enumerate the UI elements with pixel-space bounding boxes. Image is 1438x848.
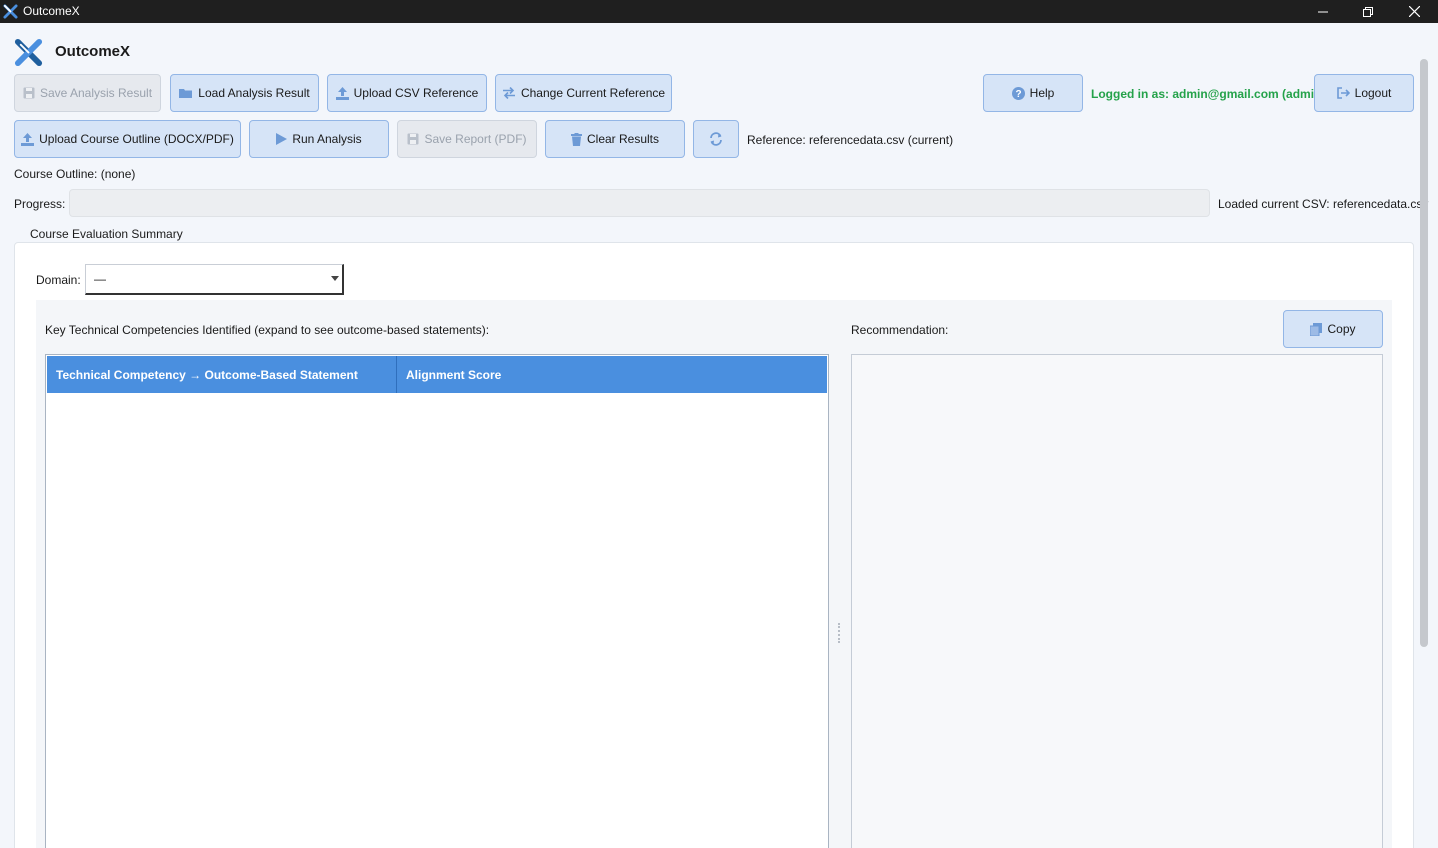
- help-button[interactable]: ? Help: [983, 74, 1083, 112]
- competencies-label: Key Technical Competencies Identified (e…: [45, 323, 490, 337]
- scrollbar-thumb[interactable]: [1420, 59, 1428, 647]
- progress-label: Progress:: [14, 197, 66, 211]
- upload-icon: [21, 132, 35, 146]
- help-label: Help: [1029, 86, 1055, 100]
- domain-label: Domain:: [36, 273, 81, 287]
- run-analysis-label: Run Analysis: [292, 132, 362, 146]
- upload-course-outline-button[interactable]: Upload Course Outline (DOCX/PDF): [14, 120, 241, 158]
- svg-text:?: ?: [1015, 89, 1021, 100]
- recommendation-textarea[interactable]: [851, 354, 1383, 848]
- vertical-scrollbar[interactable]: [1418, 59, 1430, 657]
- folder-icon: [179, 89, 193, 98]
- clear-results-button[interactable]: Clear Results: [545, 120, 685, 158]
- refresh-button[interactable]: [693, 120, 739, 158]
- app-window: OutcomeX Save Analysis Result Load Analy…: [0, 23, 1438, 848]
- copy-button[interactable]: Copy: [1283, 310, 1383, 348]
- load-analysis-result-label: Load Analysis Result: [198, 86, 310, 100]
- progress-bar: [69, 189, 1210, 217]
- save-analysis-result-label: Save Analysis Result: [39, 86, 153, 100]
- close-button[interactable]: [1391, 0, 1437, 23]
- refresh-icon: [710, 132, 722, 146]
- app-logo-icon: [3, 4, 18, 19]
- question-circle-icon: ?: [1011, 86, 1025, 100]
- recommendation-label: Recommendation:: [851, 323, 949, 337]
- close-icon: [1408, 6, 1420, 17]
- column-header-competency[interactable]: Technical Competency → Outcome-Based Sta…: [47, 356, 397, 393]
- restore-button[interactable]: [1345, 0, 1391, 23]
- table-header: Technical Competency → Outcome-Based Sta…: [47, 356, 827, 393]
- logged-in-status: Logged in as: admin@gmail.com (admin): [1091, 87, 1326, 101]
- run-analysis-button[interactable]: Run Analysis: [249, 120, 389, 158]
- column-header-alignment-score[interactable]: Alignment Score: [397, 356, 827, 393]
- upload-csv-reference-button[interactable]: Upload CSV Reference: [327, 74, 487, 112]
- save-analysis-result-button[interactable]: Save Analysis Result: [14, 74, 161, 112]
- window-title: OutcomeX: [23, 4, 80, 18]
- trash-icon: [570, 132, 582, 146]
- pane-splitter-handle[interactable]: [838, 623, 842, 643]
- change-current-reference-label: Change Current Reference: [520, 86, 666, 100]
- change-current-reference-button[interactable]: Change Current Reference: [495, 74, 672, 112]
- brand-name: OutcomeX: [55, 43, 131, 60]
- load-analysis-result-button[interactable]: Load Analysis Result: [170, 74, 319, 112]
- domain-select-value: —: [94, 272, 106, 286]
- progress-status-text: Loaded current CSV: referencedata.csv: [1218, 197, 1429, 211]
- minimize-icon: [1318, 11, 1328, 12]
- play-icon: [276, 133, 288, 145]
- copy-icon: [1310, 322, 1323, 336]
- brand-logo-icon: [14, 38, 43, 67]
- restore-icon: [1363, 6, 1373, 17]
- competencies-tree-table[interactable]: Technical Competency → Outcome-Based Sta…: [45, 354, 829, 848]
- chevron-down-icon: [331, 276, 339, 281]
- upload-csv-reference-label: Upload CSV Reference: [353, 86, 479, 100]
- floppy-icon: [23, 87, 35, 99]
- upload-course-outline-label: Upload Course Outline (DOCX/PDF): [39, 132, 234, 146]
- reference-label: Reference: referencedata.csv (current): [747, 133, 954, 147]
- minimize-button[interactable]: [1300, 0, 1346, 23]
- sign-out-icon: [1336, 87, 1350, 99]
- copy-label: Copy: [1327, 322, 1356, 336]
- logout-button[interactable]: Logout: [1314, 74, 1414, 112]
- course-outline-label: Course Outline: (none): [14, 167, 136, 181]
- swap-arrows-icon: [502, 87, 515, 99]
- domain-select[interactable]: —: [85, 264, 344, 295]
- upload-icon: [335, 86, 349, 100]
- window-titlebar: OutcomeX: [0, 0, 1438, 23]
- clear-results-label: Clear Results: [586, 132, 660, 146]
- save-report-pdf-button[interactable]: Save Report (PDF): [397, 120, 537, 158]
- logout-label: Logout: [1354, 86, 1392, 100]
- floppy-icon: [407, 133, 419, 145]
- save-report-pdf-label: Save Report (PDF): [424, 132, 527, 146]
- course-evaluation-summary-title: Course Evaluation Summary: [26, 227, 187, 241]
